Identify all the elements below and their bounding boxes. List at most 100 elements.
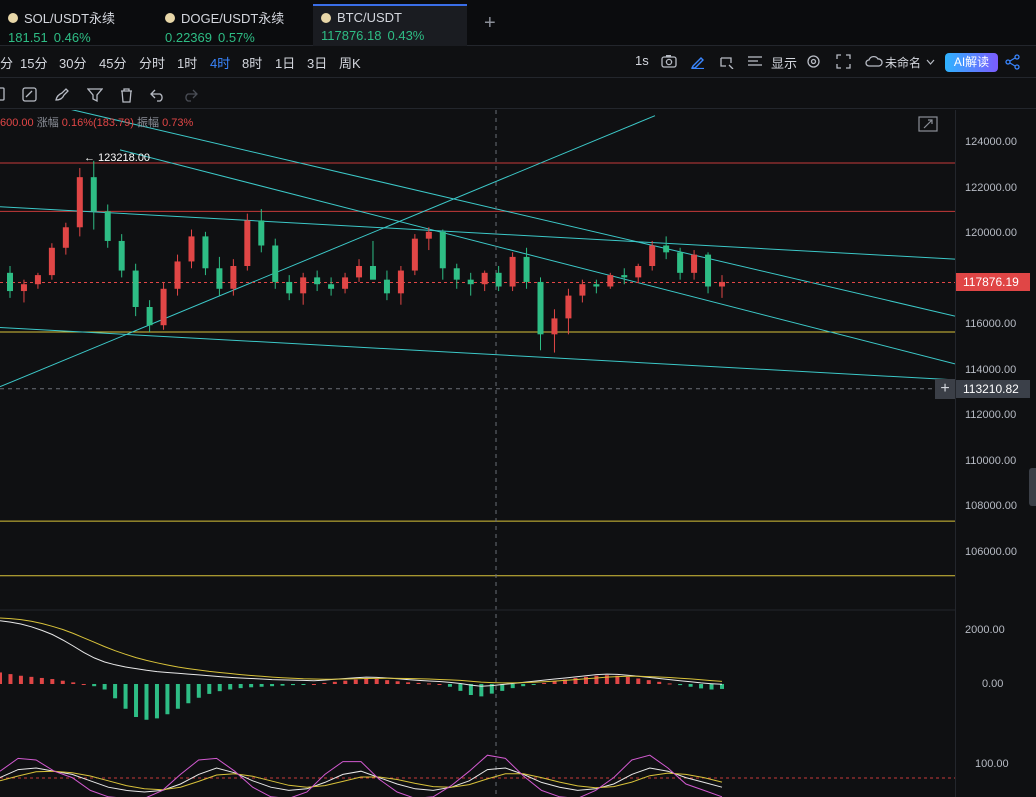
candle-body	[411, 238, 418, 271]
high-marker-label: ← 123218.00	[84, 152, 151, 164]
expand-chart-icon[interactable]	[918, 116, 938, 132]
chart-plot-area[interactable]	[0, 110, 955, 797]
interval-week[interactable]: 周K	[339, 53, 361, 72]
interval-45m[interactable]: 45分	[99, 53, 126, 72]
add-tab-icon[interactable]: +	[484, 12, 496, 35]
candle-body	[691, 254, 698, 273]
brush-icon[interactable]	[54, 87, 70, 103]
macd-histogram-bar	[8, 674, 13, 684]
macd-histogram-bar	[646, 680, 651, 684]
interval-8h[interactable]: 8时	[242, 53, 262, 72]
price-tick-label: 120000.00	[965, 227, 1017, 240]
tab-doge[interactable]: DOGE/USDT永续 0.22369 0.57%	[157, 4, 292, 46]
draw-pen-icon[interactable]	[690, 54, 706, 69]
coin-icon	[165, 12, 175, 23]
gear-icon[interactable]	[806, 54, 821, 69]
current-price-badge: 117876.19	[956, 273, 1030, 292]
tab-price: 0.22369	[165, 30, 212, 45]
macd-histogram-bar	[427, 683, 432, 685]
tab-price: 117876.18	[321, 28, 382, 43]
candle-body	[705, 254, 712, 287]
macd-histogram-bar	[636, 678, 641, 684]
macd-histogram-bar	[510, 684, 515, 689]
tab-change: 0.43%	[387, 28, 425, 43]
interval-30m[interactable]: 30分	[59, 53, 86, 72]
interval-4h[interactable]: 4时	[210, 53, 230, 72]
candle-body	[258, 220, 265, 246]
tab-sol[interactable]: SOL/USDT永续 181.51 0.46%	[0, 4, 123, 46]
candle-body	[118, 240, 125, 271]
macd-histogram-bar	[154, 684, 159, 719]
cloud-icon[interactable]	[865, 55, 883, 68]
refresh-rate[interactable]: 1s	[635, 53, 649, 68]
macd-histogram-bar	[678, 684, 683, 686]
interval-3d[interactable]: 3日	[307, 53, 327, 72]
macd-histogram-bar	[374, 679, 379, 684]
candle-body	[663, 245, 670, 253]
add-alert-plus-icon[interactable]: +	[935, 378, 955, 399]
candle-body	[593, 284, 600, 287]
macd-histogram-bar	[667, 683, 672, 685]
macd-histogram-bar	[531, 684, 536, 685]
tab-name: DOGE/USDT永续	[181, 11, 285, 26]
layout-name-dropdown[interactable]: 未命名	[885, 54, 921, 71]
symbol-tab-strip: SOL/USDT永续 181.51 0.46% DOGE/USDT永续 0.223…	[0, 0, 1036, 46]
candle-body	[607, 275, 614, 287]
macd-histogram-bar	[458, 684, 463, 691]
candle-body	[7, 272, 13, 292]
macd-histogram-bar	[196, 684, 201, 698]
price-tick-label: 122000.00	[965, 181, 1017, 194]
candle-body	[537, 281, 544, 335]
kdj-j-line	[0, 754, 723, 797]
trash-icon[interactable]	[119, 87, 134, 103]
macd-histogram-bar	[18, 675, 23, 684]
side-panel-toggle[interactable]	[1029, 468, 1036, 506]
price-axis[interactable]	[955, 110, 1036, 797]
interval-15m[interactable]: 15分	[20, 53, 47, 72]
header-prefix: 600.00	[0, 117, 34, 129]
undo-icon[interactable]	[150, 88, 166, 102]
macd-histogram-bar	[290, 684, 295, 686]
candle-body	[719, 281, 725, 287]
tab-change: 0.57%	[218, 30, 255, 45]
candle-body	[467, 279, 474, 285]
candle-body	[48, 247, 55, 276]
candle-body	[300, 277, 307, 294]
macd-histogram-bar	[604, 675, 609, 684]
filter-icon[interactable]	[87, 87, 103, 103]
interval-1h[interactable]: 1时	[177, 53, 197, 72]
display-menu[interactable]: 显示	[771, 53, 797, 72]
chevron-down-icon[interactable]	[926, 59, 935, 65]
crosshair-tool-icon[interactable]	[0, 87, 8, 103]
price-tick-label: 106000.00	[965, 546, 1017, 558]
interval-1d[interactable]: 1日	[275, 53, 295, 72]
macd-dea-line	[0, 617, 723, 684]
tab-btc[interactable]: BTC/USDT 117876.18 0.43%	[313, 4, 467, 46]
interval-timeline[interactable]: 分时	[139, 53, 165, 72]
macd-histogram-bar	[720, 684, 724, 689]
candle-body	[425, 231, 432, 239]
price-tick-label: 124000.00	[965, 136, 1017, 148]
macd-histogram-bar	[416, 682, 421, 684]
macd-histogram-bar	[395, 681, 400, 684]
list-settings-icon[interactable]	[747, 54, 763, 68]
text-note-icon[interactable]	[22, 87, 38, 103]
camera-icon[interactable]	[661, 54, 677, 68]
trading-app: { "tabs":[ {"name":"SOL/USDT永续","price":…	[0, 0, 1036, 797]
fullscreen-icon[interactable]	[836, 54, 851, 69]
candle-body	[286, 281, 293, 294]
share-icon[interactable]	[1005, 54, 1021, 70]
trendline	[71, 110, 955, 317]
macd-histogram-bar	[123, 684, 128, 709]
ai-interpret-button[interactable]: AI解读	[945, 53, 998, 72]
coin-icon	[8, 12, 18, 23]
interval-1m[interactable]: 分	[0, 53, 13, 72]
macd-histogram-bar	[542, 682, 547, 684]
tool-frame-icon[interactable]	[718, 54, 734, 69]
candle-body	[62, 227, 69, 248]
drawing-toolbar	[0, 79, 1036, 109]
redo-icon[interactable]	[182, 88, 198, 102]
macd-histogram-bar	[385, 680, 390, 684]
trendline	[0, 327, 955, 381]
macd-histogram-bar	[709, 684, 714, 690]
